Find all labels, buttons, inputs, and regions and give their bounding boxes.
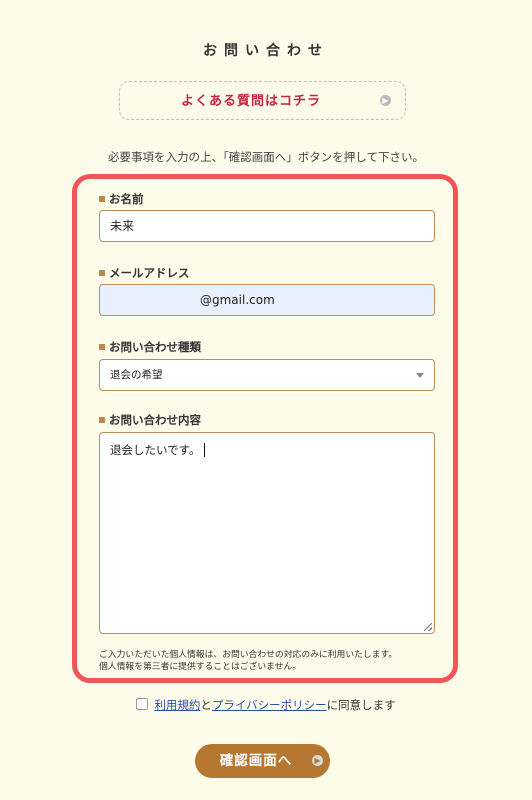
arrow-right-circle-icon: ▶ [380,95,391,106]
arrow-right-circle-icon: ▶ [312,755,323,766]
contact-form-panel: お名前 未来 メールアドレス @gmail.com お問い合わせ種類 退会の希望… [72,174,458,683]
text-caret [203,443,206,457]
agreement-suffix: に同意します [326,698,396,712]
faq-link-label: よくある質問はコチラ [180,94,321,109]
privacy-note: ご入力いただいた個人情報は、お問い合わせの対応のみに利用いたします。 個人情報を… [99,650,398,672]
square-bullet-icon [99,344,105,350]
email-field-label: メールアドレス [99,265,190,281]
inquiry-type-select[interactable]: 退会の希望 [99,359,435,391]
name-input[interactable]: 未来 [99,210,435,242]
chevron-down-icon [416,373,424,378]
form-instruction: 必要事項を入力の上、「確認画面へ」ボタンを押して下さい。 [108,150,424,164]
agreement-checkbox[interactable] [136,698,149,710]
message-text: 退会したいです。 [110,443,201,457]
square-bullet-icon [99,417,105,423]
email-input[interactable]: @gmail.com [99,284,435,316]
resize-handle-icon[interactable] [424,623,432,631]
square-bullet-icon [99,270,105,276]
inquiry-type-field-label: お問い合わせ種類 [99,339,201,355]
confirm-button[interactable]: 確認画面へ ▶ [195,744,330,778]
faq-link-button[interactable]: よくある質問はコチラ ▶ [119,81,406,120]
message-field-label: お問い合わせ内容 [99,412,201,428]
square-bullet-icon [99,196,105,202]
privacy-policy-link[interactable]: プライバシーポリシー [212,698,327,712]
agreement-connector: と [200,698,212,712]
terms-link[interactable]: 利用規約 [154,698,200,712]
name-field-label: お名前 [99,191,144,207]
page-title: お問い合わせ [203,43,329,59]
confirm-button-label: 確認画面へ [219,753,293,769]
message-textarea[interactable]: 退会したいです。 [99,432,435,634]
inquiry-type-selected-value: 退会の希望 [110,369,163,381]
agreement-row: 利用規約とプライバシーポリシーに同意します [0,697,532,713]
